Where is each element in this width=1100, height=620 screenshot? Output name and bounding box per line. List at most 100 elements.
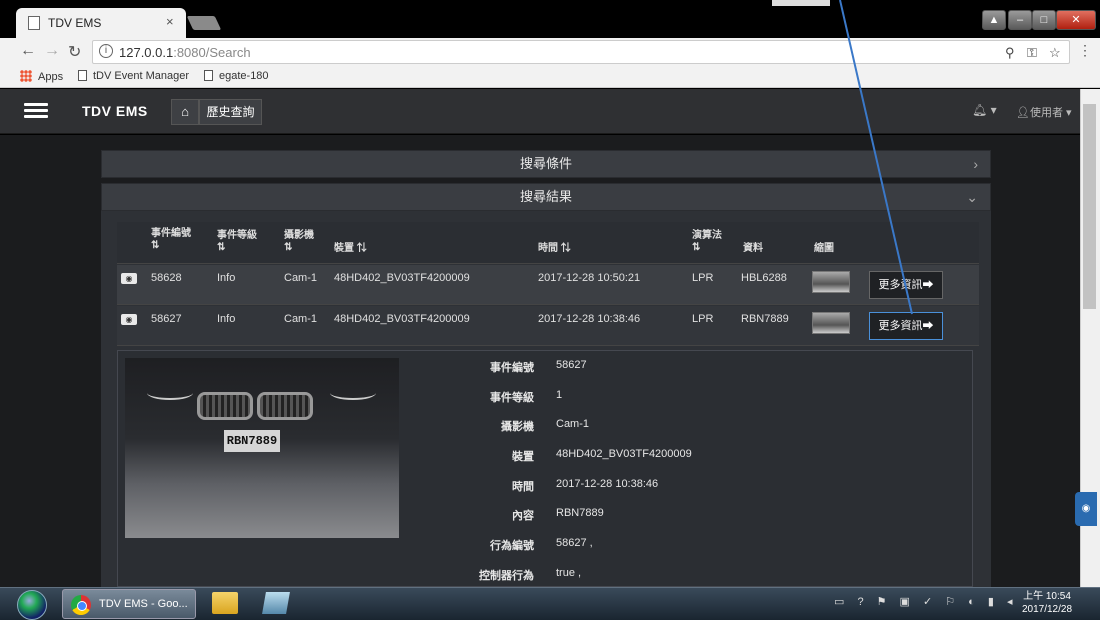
grille-right xyxy=(257,392,313,420)
table-row[interactable]: ◉ 58627 Info Cam-1 48HD402_BV03TF4200009… xyxy=(117,306,979,346)
col-algorithm[interactable]: 演算法 ⇅ xyxy=(692,230,722,254)
site-info-icon[interactable]: i xyxy=(99,44,113,58)
clock-date: 2017/12/28 xyxy=(1021,604,1073,615)
bookmarks-bar: Apps tDV Event Manager egate-180 xyxy=(0,66,1100,88)
detail-value: 58627 xyxy=(556,359,587,371)
notification-bell-icon[interactable]: 🔔︎ ▾ xyxy=(972,103,997,117)
user-profile-window-button[interactable]: ▲ xyxy=(982,10,1006,30)
detail-label: 事件編號 xyxy=(490,362,534,374)
overlay-window-edge xyxy=(772,0,830,6)
search-conditions-panel-header[interactable]: 搜尋條件 › xyxy=(101,150,991,178)
new-tab-button[interactable] xyxy=(186,16,222,30)
detail-label: 裝置 xyxy=(512,451,534,463)
detail-value: 48HD402_BV03TF4200009 xyxy=(556,448,692,460)
system-tray-icons[interactable]: ▭ ? ⚑ ▣ ✓ ⚐ ◐ ▮ ◂ xyxy=(834,595,1018,608)
cell-algorithm: LPR xyxy=(692,272,714,284)
detail-label: 控制器行為 xyxy=(479,570,534,582)
cell-camera: Cam-1 xyxy=(284,272,318,284)
notes-app-icon[interactable] xyxy=(262,592,290,614)
cell-algorithm: LPR xyxy=(692,313,714,325)
detail-label: 行為編號 xyxy=(490,540,534,552)
chrome-icon xyxy=(71,595,91,615)
maximize-button[interactable]: □ xyxy=(1032,10,1056,30)
page-favicon-icon xyxy=(28,16,40,30)
eye-icon[interactable]: ◉ xyxy=(121,314,137,325)
page-icon xyxy=(204,70,213,81)
menu-kebab-icon[interactable]: ⋮ xyxy=(1078,42,1092,59)
hamburger-menu-icon[interactable] xyxy=(24,103,48,119)
cell-camera: Cam-1 xyxy=(284,313,318,325)
thumbnail-image[interactable] xyxy=(812,312,850,334)
app-navbar: TDV EMS ⌂ 歷史查詢 🔔︎ ▾ 👤︎使用者 ▾ xyxy=(0,89,1080,134)
col-time[interactable]: 時間 ⇅ xyxy=(538,243,571,255)
bookmark-egate[interactable]: egate-180 xyxy=(204,70,269,82)
taskbar-clock[interactable]: 上午 10:54 2017/12/28 xyxy=(1012,590,1082,616)
taskbar-chrome-label: TDV EMS - Goo... xyxy=(99,598,188,610)
detail-label: 時間 xyxy=(512,481,534,493)
cell-device: 48HD402_BV03TF4200009 xyxy=(334,313,470,325)
cell-event-id: 58628 xyxy=(151,272,182,284)
side-widget-icon[interactable]: ◉ xyxy=(1075,492,1097,526)
col-event-level[interactable]: 事件等級 ⇅ xyxy=(217,230,257,254)
cell-device: 48HD402_BV03TF4200009 xyxy=(334,272,470,284)
license-plate: RBN7889 xyxy=(224,430,280,452)
key-icon[interactable]: ⚿ xyxy=(1027,45,1037,61)
apps-grid-icon xyxy=(20,70,32,82)
search-results-title: 搜尋結果 xyxy=(519,189,572,204)
chevron-right-icon: › xyxy=(973,156,978,172)
clock-time: 上午 10:54 xyxy=(1023,591,1071,602)
bookmark-apps[interactable]: Apps xyxy=(20,70,63,83)
cell-level: Info xyxy=(217,272,236,284)
detail-value: Cam-1 xyxy=(556,418,590,430)
table-header: 事件編號 ⇅ 事件等級 ⇅ 攝影機 ⇅ 裝置 ⇅ 時間 ⇅ 演算法 ⇅ 資料 縮圖 xyxy=(117,222,979,264)
detail-value: 2017-12-28 10:38:46 xyxy=(556,478,659,490)
breadcrumb-history-search[interactable]: 歷史查詢 xyxy=(199,99,262,125)
user-menu[interactable]: 👤︎使用者 ▾ xyxy=(1016,104,1072,120)
cell-time: 2017-12-28 10:50:21 xyxy=(538,272,641,284)
bookmark-star-icon[interactable]: ☆ xyxy=(1049,45,1061,61)
detail-label: 攝影機 xyxy=(501,421,534,433)
tab-close-icon[interactable]: × xyxy=(166,14,174,29)
scrollbar-thumb[interactable] xyxy=(1083,104,1096,309)
brand-title[interactable]: TDV EMS xyxy=(82,103,148,119)
more-info-button[interactable]: 更多資訊➡ xyxy=(869,271,943,299)
home-icon[interactable]: ⌂ xyxy=(171,99,199,125)
taskbar-chrome-window[interactable]: TDV EMS - Goo... xyxy=(62,589,196,619)
forward-arrow-icon[interactable]: → xyxy=(44,42,60,60)
cell-time: 2017-12-28 10:38:46 xyxy=(538,313,641,325)
eye-icon[interactable]: ◉ xyxy=(121,273,137,284)
back-arrow-icon[interactable]: ← xyxy=(20,42,36,60)
cell-level: Info xyxy=(217,313,236,325)
headlight-left xyxy=(147,386,193,400)
file-explorer-icon[interactable] xyxy=(212,592,238,614)
search-results-panel-header[interactable]: 搜尋結果 ⌄ xyxy=(101,183,991,211)
window-close-button[interactable]: ✕ xyxy=(1056,10,1096,30)
headlight-right xyxy=(330,386,376,400)
tab-title: TDV EMS xyxy=(48,16,102,30)
detail-label: 事件等級 xyxy=(490,392,534,404)
browser-tab[interactable]: TDV EMS × xyxy=(16,8,186,38)
vehicle-capture-image: RBN7889 xyxy=(125,358,399,538)
col-event-id[interactable]: 事件編號 ⇅ xyxy=(151,228,191,252)
reload-icon[interactable]: ↻ xyxy=(68,42,81,62)
zoom-icon[interactable]: ⚲ xyxy=(1005,45,1015,61)
cell-data: RBN7889 xyxy=(741,313,789,325)
grille-left xyxy=(197,392,253,420)
address-toolbar: ← → ↻ i 127.0.0.1:8080/Search ⚲ ⚿ ☆ ⋮ xyxy=(0,38,1100,66)
bookmark-event-manager[interactable]: tDV Event Manager xyxy=(78,70,189,82)
search-conditions-title: 搜尋條件 xyxy=(519,156,572,171)
col-device[interactable]: 裝置 ⇅ xyxy=(334,243,367,255)
url-input[interactable]: i 127.0.0.1:8080/Search ⚲ ⚿ ☆ xyxy=(92,40,1070,64)
detail-value: RBN7889 xyxy=(556,507,604,519)
col-camera[interactable]: 攝影機 ⇅ xyxy=(284,230,314,254)
page-icon xyxy=(78,70,87,81)
table-row[interactable]: ◉ 58628 Info Cam-1 48HD402_BV03TF4200009… xyxy=(117,265,979,305)
minimize-button[interactable]: – xyxy=(1008,10,1032,30)
start-button-icon[interactable] xyxy=(17,590,47,620)
more-info-button-active[interactable]: 更多資訊➡ xyxy=(869,312,943,340)
detail-value: 1 xyxy=(556,389,563,401)
chevron-down-icon: ⌄ xyxy=(966,189,978,205)
url-text: 127.0.0.1:8080/Search xyxy=(119,45,251,60)
thumbnail-image[interactable] xyxy=(812,271,850,293)
detail-value: true , xyxy=(556,567,582,579)
